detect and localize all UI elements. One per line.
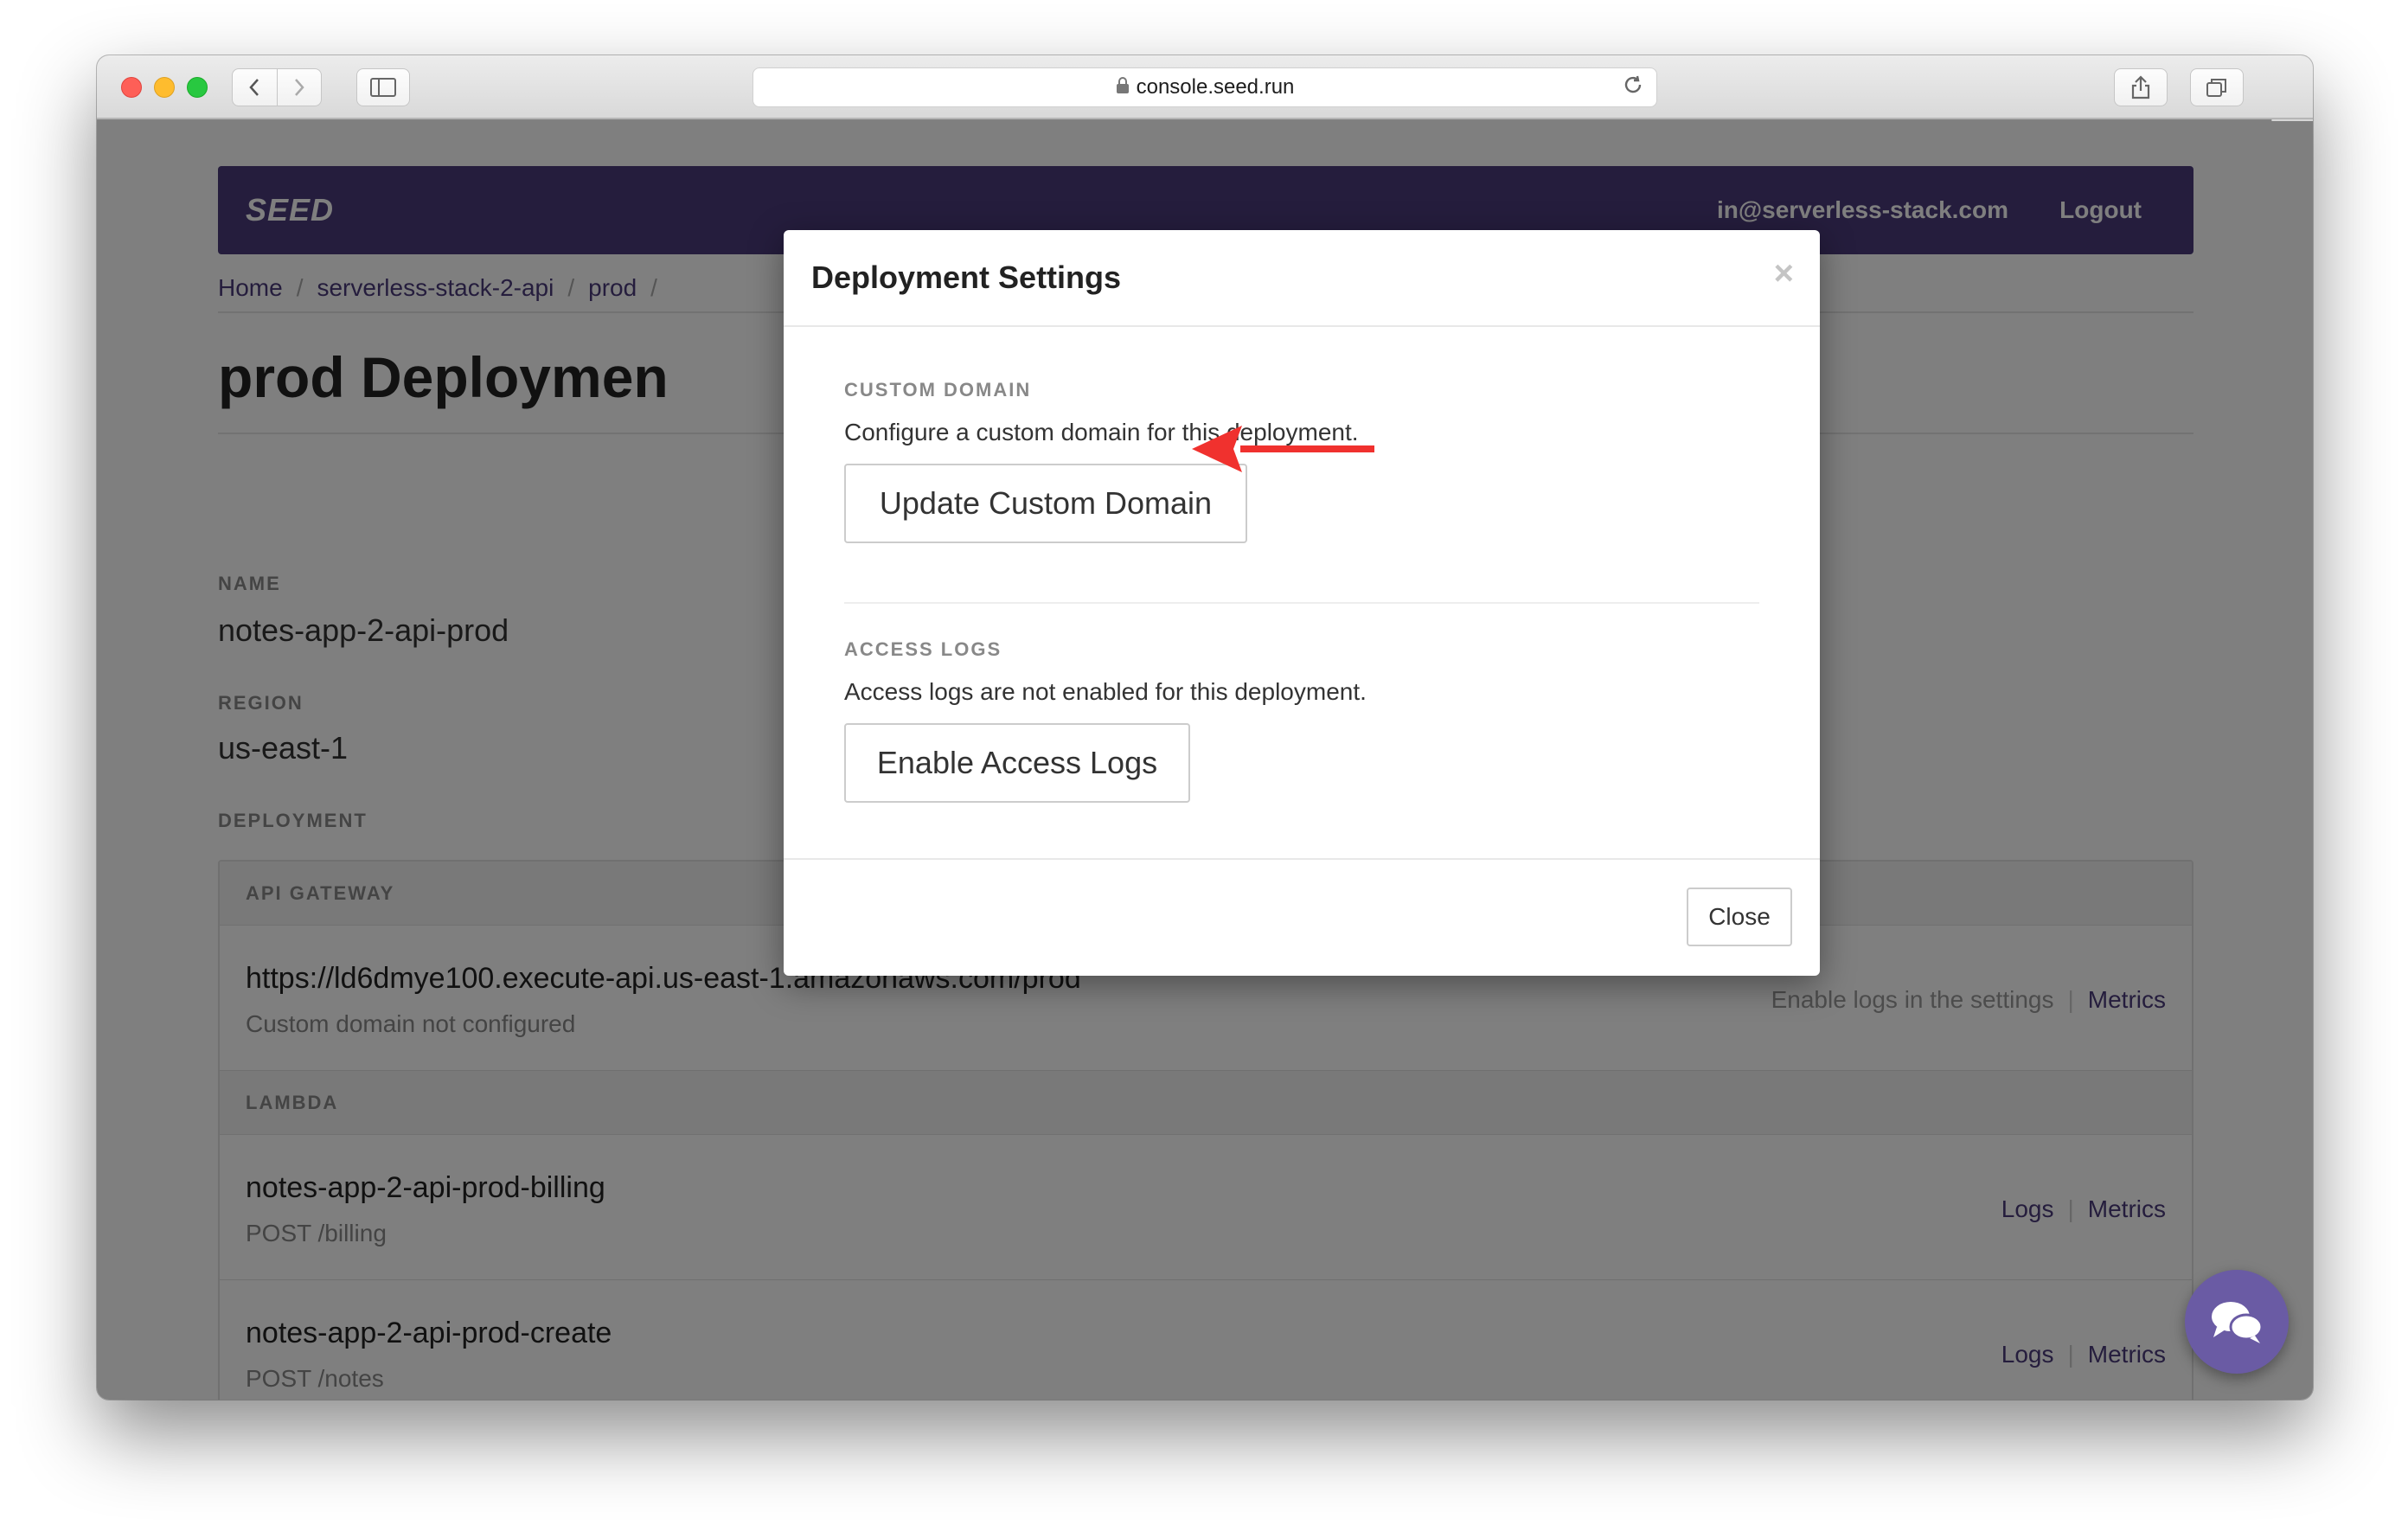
- modal-footer: Close: [784, 860, 1820, 976]
- enable-access-logs-button[interactable]: Enable Access Logs: [844, 723, 1190, 803]
- browser-window: console.seed.run + SEED in@serverless-st…: [97, 55, 2313, 1400]
- tabs-icon[interactable]: [2190, 68, 2244, 106]
- reload-icon[interactable]: [1622, 74, 1644, 102]
- close-button[interactable]: Close: [1687, 888, 1792, 946]
- address-bar[interactable]: console.seed.run: [752, 67, 1657, 107]
- share-icon[interactable]: [2114, 68, 2168, 106]
- modal-header: Deployment Settings ×: [784, 230, 1820, 327]
- update-custom-domain-button[interactable]: Update Custom Domain: [844, 464, 1247, 543]
- modal-body: CUSTOM DOMAIN Configure a custom domain …: [784, 327, 1820, 860]
- deployment-settings-modal: Deployment Settings × CUSTOM DOMAIN Conf…: [784, 230, 1820, 976]
- lock-icon: [1116, 76, 1130, 99]
- forward-icon[interactable]: [276, 69, 321, 106]
- minimize-window-button[interactable]: [154, 77, 175, 98]
- custom-domain-label: CUSTOM DOMAIN: [844, 379, 1032, 401]
- sidebar-icon[interactable]: [356, 68, 410, 106]
- close-window-button[interactable]: [121, 77, 142, 98]
- modal-title: Deployment Settings: [811, 260, 1122, 295]
- access-logs-description: Access logs are not enabled for this dep…: [844, 678, 1367, 705]
- zoom-window-button[interactable]: [187, 77, 208, 98]
- close-icon[interactable]: ×: [1774, 254, 1794, 293]
- chat-icon[interactable]: [2185, 1270, 2289, 1374]
- nav-buttons: [232, 68, 322, 106]
- arrow-icon: [1192, 426, 1374, 472]
- divider: [844, 602, 1759, 604]
- back-icon[interactable]: [233, 69, 277, 106]
- access-logs-label: ACCESS LOGS: [844, 638, 1002, 660]
- url-text: console.seed.run: [1136, 75, 1295, 99]
- browser-titlebar: console.seed.run: [97, 55, 2313, 119]
